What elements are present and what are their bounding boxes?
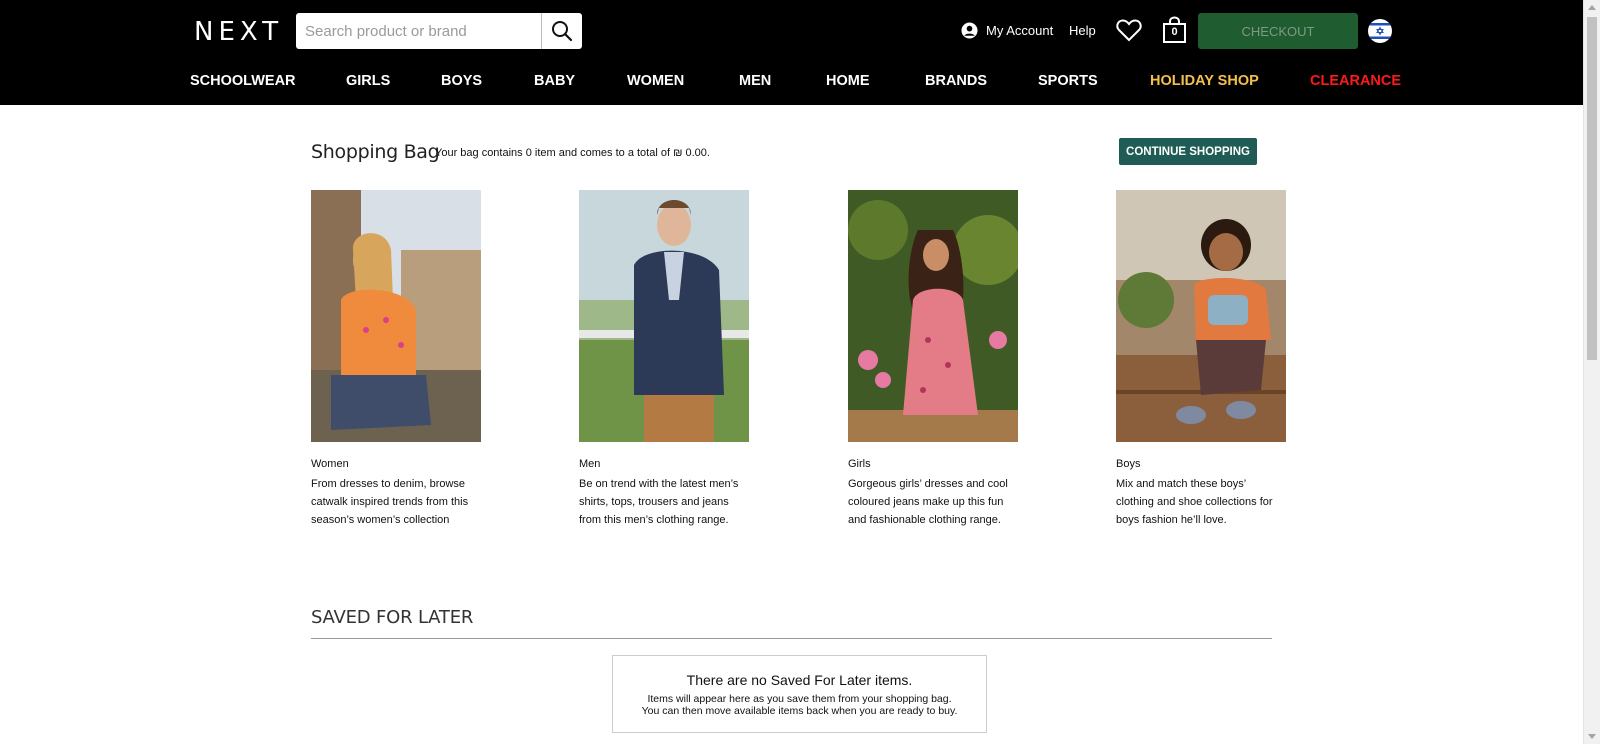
continue-shopping-button[interactable]: CONTINUE SHOPPING <box>1119 138 1257 165</box>
card-title[interactable]: Men <box>579 458 754 470</box>
men-category-image[interactable] <box>579 190 749 442</box>
saved-for-later-title: SAVED FOR LATER <box>311 607 474 628</box>
scroll-up-arrow-icon[interactable] <box>1588 5 1596 10</box>
nav-sports[interactable]: SPORTS <box>1038 73 1098 89</box>
card-title[interactable]: Women <box>311 458 486 470</box>
nav-men[interactable]: MEN <box>739 73 771 89</box>
site-header: NEXT My Account Help 0 CHECKOUT <box>0 0 1583 105</box>
category-card-women: Women From dresses to denim, browse catw… <box>311 190 486 529</box>
empty-message-line-2: You can then move available items back w… <box>641 705 958 717</box>
women-category-image[interactable] <box>311 190 481 442</box>
nav-boys[interactable]: BOYS <box>441 73 482 89</box>
card-description: Gorgeous girls’ dresses and cool coloure… <box>848 478 1008 526</box>
category-card-men: Men Be on trend with the latest men’s sh… <box>579 190 754 529</box>
card-description: Be on trend with the latest men’s shirts… <box>579 478 739 526</box>
nav-brands[interactable]: BRANDS <box>925 73 987 89</box>
search-button[interactable] <box>541 13 582 49</box>
category-card-boys: Boys Mix and match these boys’ clothing … <box>1116 190 1291 529</box>
nav-schoolwear[interactable]: SCHOOLWEAR <box>190 73 296 89</box>
search-input[interactable] <box>296 13 541 49</box>
bag-count: 0 <box>1171 26 1178 38</box>
help-link[interactable]: Help <box>1069 23 1096 38</box>
nav-women[interactable]: WOMEN <box>627 73 684 89</box>
page-scrollbar[interactable] <box>1583 0 1600 744</box>
bag-summary: Your bag contains 0 item and comes to a … <box>435 147 710 159</box>
boys-category-image[interactable] <box>1116 190 1286 442</box>
card-description: From dresses to denim, browse catwalk in… <box>311 478 469 526</box>
shopping-bag-title: Shopping Bag <box>311 141 440 163</box>
israel-flag-icon[interactable] <box>1368 19 1392 43</box>
scroll-thumb[interactable] <box>1587 17 1597 360</box>
card-description: Mix and match these boys’ clothing and s… <box>1116 478 1273 526</box>
nav-holiday-shop[interactable]: HOLIDAY SHOP <box>1150 73 1259 89</box>
nav-clearance[interactable]: CLEARANCE <box>1310 73 1401 89</box>
saved-for-later-empty-box: There are no Saved For Later items. Item… <box>612 655 987 733</box>
card-title[interactable]: Boys <box>1116 458 1291 470</box>
account-icon <box>961 22 978 39</box>
checkout-button[interactable]: CHECKOUT <box>1198 13 1358 49</box>
empty-message-text: Items will appear here as you save them … <box>613 693 986 717</box>
empty-message-title: There are no Saved For Later items. <box>686 672 913 688</box>
next-logo[interactable]: NEXT <box>194 17 283 47</box>
nav-home[interactable]: HOME <box>826 73 870 89</box>
search-icon <box>552 21 573 42</box>
shopping-bag-button[interactable]: 0 <box>1162 16 1187 44</box>
nav-girls[interactable]: GIRLS <box>346 73 390 89</box>
category-card-girls: Girls Gorgeous girls’ dresses and cool c… <box>848 190 1023 529</box>
my-account-label: My Account <box>986 23 1054 38</box>
girls-category-image[interactable] <box>848 190 1018 442</box>
nav-baby[interactable]: BABY <box>534 73 575 89</box>
divider <box>311 638 1272 639</box>
empty-message-line-1: Items will appear here as you save them … <box>647 693 952 705</box>
favourites-heart-icon[interactable] <box>1116 18 1142 42</box>
my-account-link[interactable]: My Account <box>961 22 1053 39</box>
card-title[interactable]: Girls <box>848 458 1023 470</box>
search-bar <box>296 13 582 49</box>
scroll-down-arrow-icon[interactable] <box>1588 734 1596 739</box>
